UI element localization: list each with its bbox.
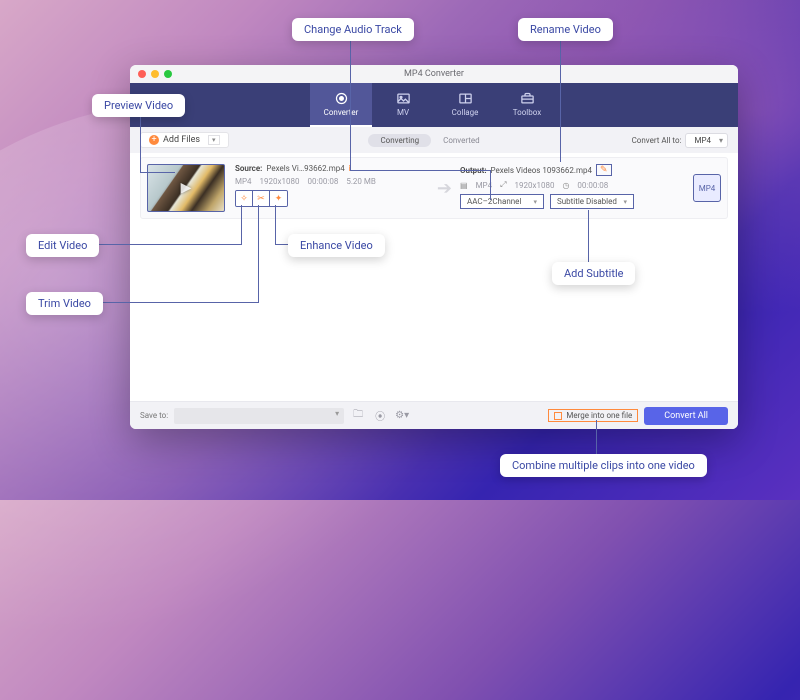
output-filename: Pexels Videos 1093662.mp4 xyxy=(491,166,592,175)
nav-label: Converter xyxy=(324,108,359,117)
output-format-select[interactable]: MP4 xyxy=(685,133,728,148)
nav-bar: Converter MV Collage Toolbox xyxy=(130,83,738,127)
window-title: MP4 Converter xyxy=(130,69,738,79)
output-duration: 00:00:08 xyxy=(577,181,608,190)
expand-icon: ⤢ xyxy=(500,180,506,190)
tab-converting[interactable]: Converting xyxy=(368,134,431,147)
rename-button[interactable]: ✎ xyxy=(596,164,612,176)
source-label: Source: xyxy=(235,164,262,173)
source-resolution: 1920x1080 xyxy=(260,177,300,186)
nav-toolbox[interactable]: Toolbox xyxy=(496,83,558,127)
profile-format-label: MP4 xyxy=(699,184,716,193)
nav-collage[interactable]: Collage xyxy=(434,83,496,127)
audio-track-value: AAC–2Channel xyxy=(467,197,521,206)
source-filename: Pexels Vi…93662.mp4 xyxy=(266,164,344,173)
snapshot-button[interactable]: ⦿ xyxy=(372,408,388,424)
output-profile-button[interactable]: MP4 xyxy=(693,174,721,202)
enhance-video-button[interactable]: ✦ xyxy=(270,191,287,206)
subtitle-value: Subtitle Disabled xyxy=(557,197,617,206)
toolbar: + Add Files ▾ Converting Converted Conve… xyxy=(130,127,738,153)
tab-converted[interactable]: Converted xyxy=(431,134,492,147)
save-path-select[interactable] xyxy=(174,408,344,424)
callout-enhance: Enhance Video xyxy=(288,234,385,257)
edit-toolbar: ✧ ✂ ✦ xyxy=(235,190,288,207)
titlebar: MP4 Converter xyxy=(130,65,738,83)
trim-video-button[interactable]: ✂ xyxy=(253,191,270,206)
callout-change-audio: Change Audio Track xyxy=(292,18,414,41)
subtitle-select[interactable]: Subtitle Disabled ▾ xyxy=(550,194,634,209)
callout-edit: Edit Video xyxy=(26,234,99,257)
source-size: 5.20 MB xyxy=(346,177,376,186)
convert-all-to-label: Convert All to: xyxy=(632,136,682,145)
target-icon xyxy=(334,91,349,106)
source-duration: 00:00:08 xyxy=(307,177,338,186)
open-folder-button[interactable]: 🗀 xyxy=(350,408,366,424)
source-format: MP4 xyxy=(235,177,252,186)
merge-into-one-toggle[interactable]: Merge into one file xyxy=(548,409,638,422)
bottom-bar: Save to: 🗀 ⦿ ⚙▾ Merge into one file Conv… xyxy=(130,401,738,429)
nav-mv[interactable]: MV xyxy=(372,83,434,127)
chevron-down-icon: ▾ xyxy=(533,198,537,206)
callout-combine: Combine multiple clips into one video xyxy=(500,454,707,477)
add-files-button[interactable]: + Add Files ▾ xyxy=(140,132,229,148)
callout-preview: Preview Video xyxy=(92,94,185,117)
file-source-panel: Source: Pexels Vi…93662.mp4 i MP4 1920x1… xyxy=(235,164,429,212)
app-window: MP4 Converter Converter MV Collage Toolb… xyxy=(130,65,738,429)
callout-rename: Rename Video xyxy=(518,18,613,41)
collage-icon xyxy=(458,91,473,106)
callout-trim: Trim Video xyxy=(26,292,103,315)
nav-converter[interactable]: Converter xyxy=(310,83,372,127)
arrow-icon: ➔ xyxy=(437,178,452,199)
checkbox-icon xyxy=(554,412,562,420)
clock-icon: ◷ xyxy=(562,181,569,190)
nav-label: MV xyxy=(397,108,409,117)
chevron-down-icon[interactable]: ▾ xyxy=(208,135,220,145)
convert-all-button[interactable]: Convert All xyxy=(644,407,728,425)
add-files-label: Add Files xyxy=(163,135,200,145)
edit-video-button[interactable]: ✧ xyxy=(236,191,253,206)
nav-label: Toolbox xyxy=(513,108,541,117)
callout-add-subtitle: Add Subtitle xyxy=(552,262,635,285)
output-resolution: 1920x1080 xyxy=(515,181,555,190)
save-to-label: Save to: xyxy=(140,411,168,420)
file-icon: ▤ xyxy=(460,181,468,190)
toolbox-icon xyxy=(520,91,535,106)
audio-track-select[interactable]: AAC–2Channel ▾ xyxy=(460,194,544,209)
chevron-down-icon: ▾ xyxy=(623,198,627,206)
file-output-panel: Output: Pexels Videos 1093662.mp4 ✎ ▤ MP… xyxy=(460,164,683,212)
image-icon xyxy=(396,91,411,106)
file-item: Source: Pexels Vi…93662.mp4 i MP4 1920x1… xyxy=(140,157,728,219)
merge-label: Merge into one file xyxy=(566,411,632,420)
plus-icon: + xyxy=(149,135,159,145)
settings-button[interactable]: ⚙▾ xyxy=(394,408,410,424)
nav-label: Collage xyxy=(452,108,479,117)
content-area: Source: Pexels Vi…93662.mp4 i MP4 1920x1… xyxy=(130,153,738,401)
